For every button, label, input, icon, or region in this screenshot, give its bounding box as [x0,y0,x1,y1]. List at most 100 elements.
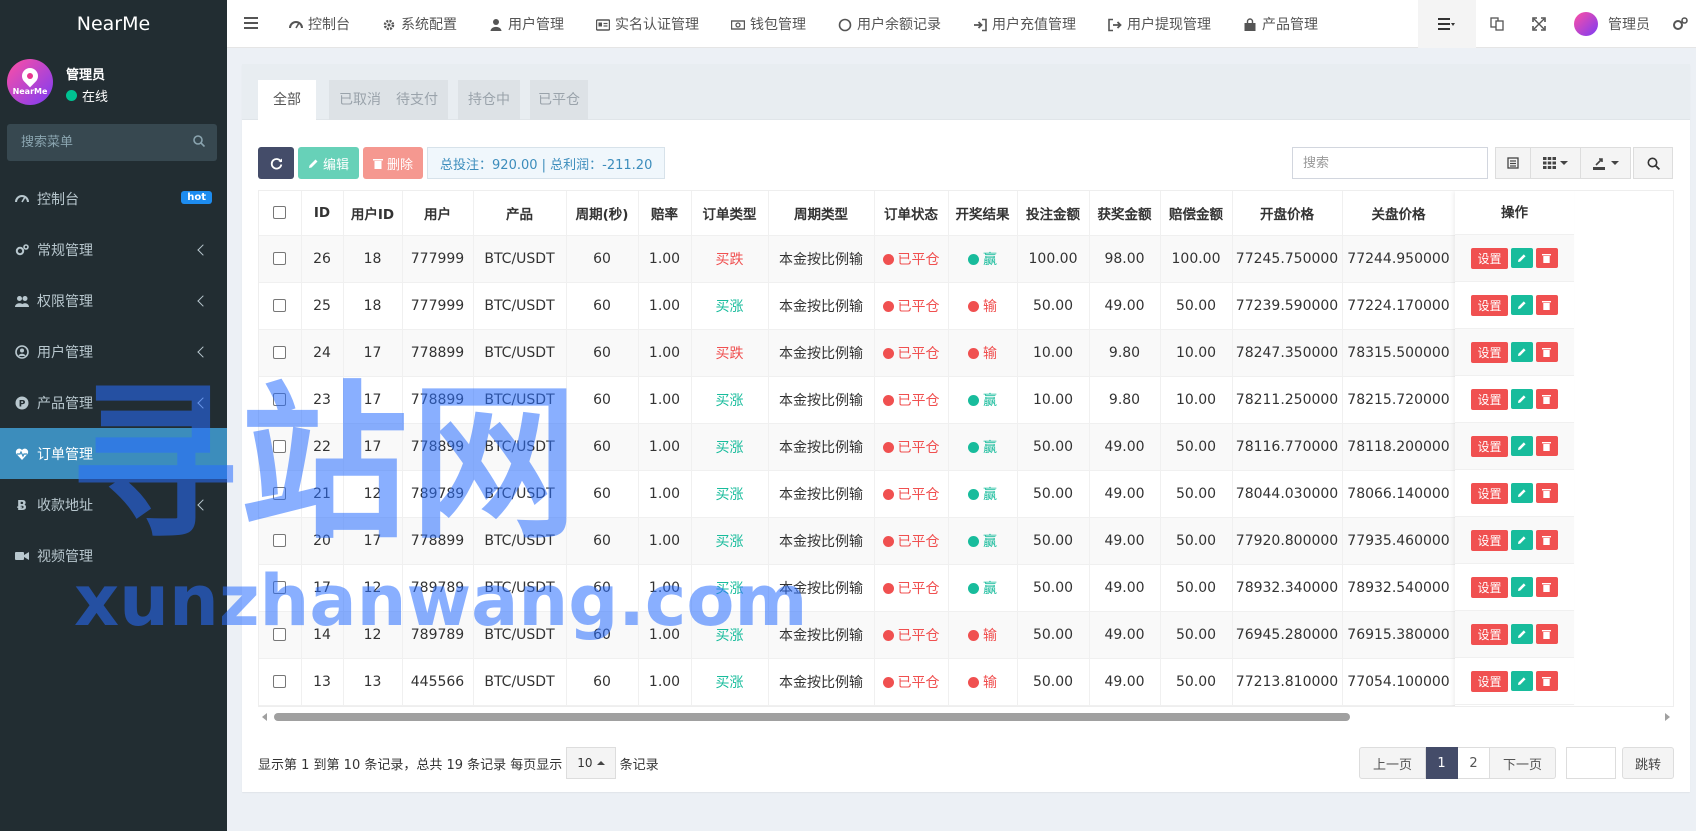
row-settings-button[interactable]: 设置 [1471,294,1508,316]
page-2-button[interactable]: 2 [1458,747,1491,779]
sidebar-item-2[interactable]: 权限管理 [0,275,227,326]
row-settings-button[interactable]: 设置 [1471,482,1508,504]
advanced-search-button[interactable] [1633,147,1673,179]
row-settings-button[interactable]: 设置 [1471,388,1508,410]
row-settings-button[interactable]: 设置 [1471,435,1508,457]
row-delete-button[interactable] [1535,530,1558,550]
table-row[interactable]: 23 17 778899 BTC/USDT 60 1.00 买涨 本金按比例输 已平仓 赢 10.0… [259,376,1456,424]
table-row[interactable]: 17 12 789789 BTC/USDT 60 1.00 买涨 本金按比例输 已平仓 赢 50.0… [259,564,1456,612]
table-row[interactable]: 24 17 778899 BTC/USDT 60 1.00 买跌 本金按比例输 已平仓 输 10.0… [259,329,1456,377]
row-edit-button[interactable] [1510,530,1533,550]
topnav-item-6[interactable]: 用户充值管理 [973,14,1076,34]
row-settings-button[interactable]: 设置 [1471,529,1508,551]
table-search-input[interactable] [1292,147,1488,179]
topnav-item-1[interactable]: 系统配置 [382,14,457,34]
row-edit-button[interactable] [1510,295,1533,315]
refresh-button[interactable] [258,147,294,179]
sidebar-item-0[interactable]: 控制台 hot [0,173,227,224]
row-checkbox[interactable] [273,252,287,265]
table-row[interactable]: 21 12 789789 BTC/USDT 60 1.00 买涨 本金按比例输 已平仓 赢 50.0… [259,470,1456,518]
row-delete-button[interactable] [1535,295,1558,315]
row-delete-button[interactable] [1535,577,1558,597]
scroll-right-arrow-icon[interactable] [1665,713,1670,721]
table-row[interactable]: 22 17 778899 BTC/USDT 60 1.00 买涨 本金按比例输 已平仓 赢 50.0… [259,423,1456,471]
row-settings-button[interactable]: 设置 [1471,623,1508,645]
scrollbar-thumb[interactable] [274,713,1350,721]
row-settings-button[interactable]: 设置 [1471,341,1508,363]
tab-3[interactable]: 持仓中 [458,80,520,120]
row-delete-button[interactable] [1535,671,1558,691]
export-button[interactable] [1581,147,1631,179]
search-icon[interactable] [193,135,205,147]
topnav-item-5[interactable]: 用户余额记录 [838,14,941,34]
brand-logo[interactable]: NearMe [0,0,227,48]
row-checkbox[interactable] [273,440,287,453]
row-delete-button[interactable] [1535,248,1558,268]
row-settings-button[interactable]: 设置 [1471,670,1508,692]
select-all-checkbox[interactable] [273,206,287,220]
topnav-item-8[interactable]: 产品管理 [1243,14,1318,34]
sidebar-item-5[interactable]: 订单管理 [0,428,227,479]
columns-button[interactable] [1531,147,1581,179]
row-delete-button[interactable] [1535,342,1558,362]
edit-button[interactable]: 编辑 [298,147,360,179]
jump-button[interactable]: 跳转 [1622,747,1674,779]
topnav-item-4[interactable]: 钱包管理 [730,14,806,34]
row-checkbox[interactable] [273,346,287,359]
row-checkbox[interactable] [273,393,287,406]
table-row[interactable]: 14 12 789789 BTC/USDT 60 1.00 买涨 本金按比例输 已平仓 输 50.0… [259,611,1456,659]
topnav-item-2[interactable]: 用户管理 [489,14,564,34]
table-row[interactable]: 26 18 777999 BTC/USDT 60 1.00 买跌 本金按比例输 已平仓 赢 100.… [259,235,1456,283]
jump-page-input[interactable] [1566,747,1616,779]
table-row[interactable]: 20 17 778899 BTC/USDT 60 1.00 买涨 本金按比例输 已平仓 赢 50.0… [259,517,1456,565]
row-checkbox[interactable] [273,675,287,688]
table-row[interactable]: 13 13 445566 BTC/USDT 60 1.00 买涨 本金按比例输 已平仓输 50.0… [259,658,1456,706]
hamburger-menu-icon[interactable] [244,17,258,29]
scroll-left-arrow-icon[interactable] [262,713,267,721]
row-checkbox[interactable] [273,299,287,312]
delete-button[interactable]: 删除 [363,147,424,179]
toggle-view-button[interactable] [1495,147,1531,179]
row-settings-button[interactable]: 设置 [1471,247,1508,269]
tab-4[interactable]: 已平仓 [530,80,588,120]
row-checkbox[interactable] [273,628,287,641]
topnav-item-7[interactable]: 用户提现管理 [1108,14,1211,34]
sidebar-item-4[interactable]: P 产品管理 [0,377,227,428]
prev-page-button[interactable]: 上一页 [1359,747,1427,779]
sidebar-item-1[interactable]: 常规管理 [0,224,227,275]
row-delete-button[interactable] [1535,483,1558,503]
row-checkbox[interactable] [273,487,287,500]
list-dropdown-button[interactable] [1418,0,1476,48]
row-edit-button[interactable] [1510,436,1533,456]
horizontal-scrollbar[interactable] [258,710,1674,724]
row-edit-button[interactable] [1510,624,1533,644]
row-edit-button[interactable] [1510,671,1533,691]
row-delete-button[interactable] [1535,389,1558,409]
table-row[interactable]: 25 18 777999 BTC/USDT 60 1.00 买涨 本金按比例输 已平仓 输 50.0… [259,282,1456,330]
row-edit-button[interactable] [1510,342,1533,362]
sidebar-item-3[interactable]: 用户管理 [0,326,227,377]
next-page-button[interactable]: 下一页 [1490,747,1557,779]
row-edit-button[interactable] [1510,483,1533,503]
row-edit-button[interactable] [1510,389,1533,409]
row-edit-button[interactable] [1510,577,1533,597]
sidebar-item-7[interactable]: 视频管理 [0,530,227,581]
page-size-select[interactable]: 10 [566,747,616,779]
settings-button[interactable] [1664,0,1696,48]
row-delete-button[interactable] [1535,624,1558,644]
row-settings-button[interactable]: 设置 [1471,576,1508,598]
row-edit-button[interactable] [1510,248,1533,268]
translate-button[interactable] [1476,0,1518,48]
sidebar-item-6[interactable]: Ƀ 收款地址 [0,479,227,530]
tab-0[interactable]: 全部 [258,80,316,120]
page-1-button[interactable]: 1 [1426,747,1459,779]
fullscreen-button[interactable] [1518,0,1560,48]
menu-search-input[interactable] [7,124,217,161]
topnav-item-0[interactable]: 控制台 [289,14,350,34]
tab-2[interactable]: 待支付 [386,80,448,120]
row-delete-button[interactable] [1535,436,1558,456]
row-checkbox[interactable] [273,534,287,547]
tab-1[interactable]: 已取消 [329,80,391,120]
row-checkbox[interactable] [273,581,287,594]
topnav-item-3[interactable]: 实名认证管理 [595,14,699,34]
